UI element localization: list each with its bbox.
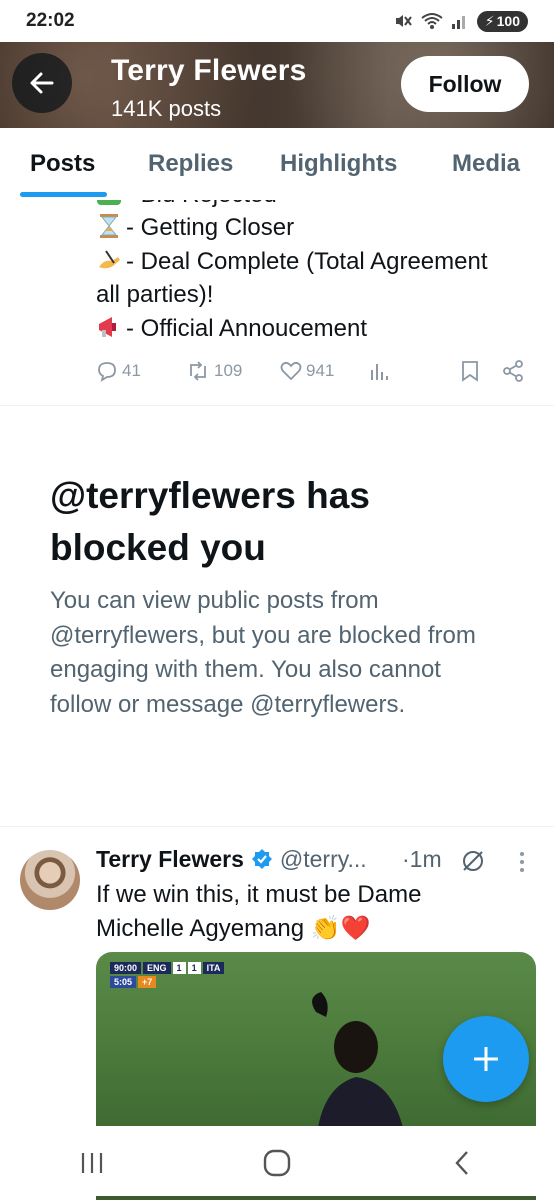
like-action[interactable]: 941 — [280, 360, 334, 382]
grok-icon[interactable] — [460, 848, 486, 874]
like-count: 941 — [306, 361, 335, 380]
reply-icon — [98, 362, 116, 382]
previous-post[interactable]: - Bid Rejected - Getting Closer - Deal C… — [0, 200, 554, 406]
post-line-text: all parties)! — [96, 281, 214, 308]
views-action[interactable] — [368, 360, 390, 382]
tab-replies[interactable]: Replies — [148, 150, 233, 178]
post-line: - Deal Complete (Total Agreement — [96, 247, 488, 276]
mute-icon — [395, 15, 412, 27]
leaf-icon: ⚡ — [484, 12, 495, 29]
scorebug-score-b: 1 — [187, 962, 201, 974]
posts-count: 141K posts — [111, 96, 222, 121]
reply-action[interactable]: 41 — [96, 360, 141, 382]
signal-icon — [451, 16, 465, 29]
post-line: all parties)! — [96, 281, 213, 309]
avatar[interactable] — [20, 850, 80, 910]
post-line: - Getting Closer — [96, 213, 294, 242]
recents-button[interactable] — [62, 1138, 122, 1188]
plus-icon — [474, 1047, 498, 1071]
scorebug-team-a: ENG — [143, 962, 171, 974]
scorebug-team-b: ITA — [202, 962, 225, 974]
heart-icon — [280, 361, 302, 381]
writing-hand-icon — [99, 250, 120, 269]
tab-posts[interactable]: Posts — [30, 150, 95, 178]
tab-media[interactable]: Media — [452, 150, 520, 178]
active-tab-indicator — [20, 192, 107, 197]
verified-badge-icon — [251, 848, 272, 869]
bookmark-action[interactable] — [460, 360, 480, 382]
tab-highlights[interactable]: Highlights — [280, 150, 397, 178]
blocked-body: You can view public posts from @terryfle… — [50, 587, 476, 718]
back-nav-button[interactable] — [432, 1138, 492, 1188]
post-line: - Bid Rejected — [96, 200, 277, 209]
wifi-icon — [421, 13, 443, 29]
status-time: 22:02 — [26, 10, 75, 31]
home-icon — [263, 1149, 291, 1177]
profile-header: Terry Flewers 141K posts Follow — [0, 42, 554, 128]
scorebug-clock: 90:00 — [110, 962, 142, 974]
divider — [0, 826, 554, 827]
tweet-time: ·1m — [402, 846, 442, 872]
reply-count: 41 — [122, 361, 141, 380]
blocked-title: @terryflewers has blocked you — [50, 475, 370, 568]
hourglass-icon — [100, 214, 118, 238]
bookmark-icon — [462, 361, 478, 382]
scorebug-added: +7 — [138, 976, 157, 988]
analytics-icon — [371, 364, 388, 380]
share-icon — [503, 360, 523, 382]
home-button[interactable] — [247, 1138, 307, 1188]
battery-indicator: ⚡ 100 — [476, 10, 528, 32]
scorebug-stoppage: 5:05 — [110, 976, 137, 988]
tweet-header: Terry Flewers @terry... — [96, 846, 367, 873]
post-line-text: - Official Annoucement — [126, 315, 368, 342]
arrow-left-icon — [30, 72, 54, 94]
player-figure — [312, 992, 404, 1132]
more-options-icon[interactable] — [514, 850, 530, 874]
repost-icon — [190, 361, 206, 381]
back-button[interactable] — [12, 53, 72, 113]
status-icons: ⚡ 100 — [393, 10, 528, 32]
recents-icon — [82, 1153, 103, 1173]
post-actions: 41 109 941 — [96, 360, 526, 386]
status-bar: 22:02 ⚡ 100 — [0, 0, 554, 42]
profile-tabs: Posts Replies Highlights Media — [0, 128, 554, 200]
tweet-text: If we win this, it must be Dame Michelle… — [96, 881, 422, 942]
cross-mark-icon — [97, 200, 121, 205]
post-line-text: - Bid Rejected — [126, 200, 277, 208]
chevron-left-icon — [455, 1151, 468, 1175]
repost-count: 109 — [214, 361, 243, 380]
media-edge — [96, 1196, 536, 1200]
post-line-text: - Getting Closer — [126, 214, 295, 241]
follow-button[interactable]: Follow — [401, 56, 529, 112]
system-navbar — [0, 1126, 554, 1200]
profile-name: Terry Flewers — [111, 54, 307, 87]
scorebug: 90:00 ENG 1 1 ITA 5:05 +7 — [110, 962, 225, 988]
share-action[interactable] — [502, 360, 524, 382]
post-line-text: - Deal Complete (Total Agreement — [126, 248, 488, 275]
repost-action[interactable]: 109 — [186, 360, 242, 382]
tweet-author-name[interactable]: Terry Flewers — [96, 846, 244, 873]
compose-button[interactable] — [443, 1016, 529, 1102]
post-line: - Official Annoucement — [96, 314, 367, 343]
battery-level: 100 — [496, 13, 520, 29]
tweet-handle: @terry... — [279, 846, 367, 872]
scorebug-score-a: 1 — [172, 962, 186, 974]
megaphone-icon — [99, 317, 116, 337]
